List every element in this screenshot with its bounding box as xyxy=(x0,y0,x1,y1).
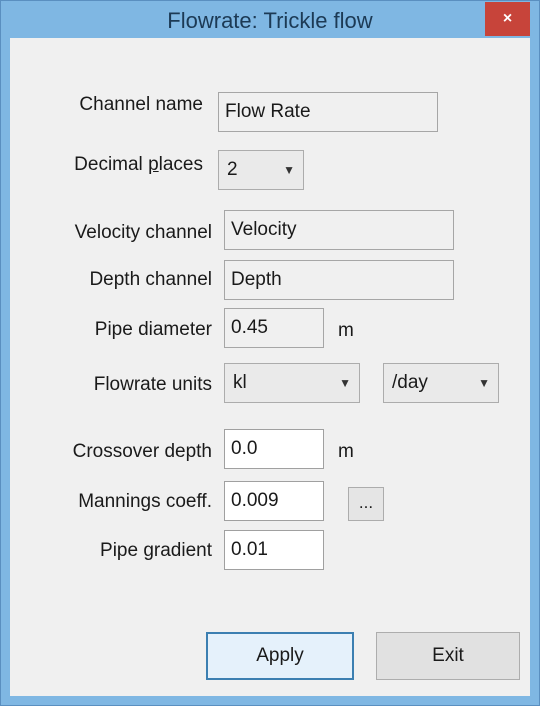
close-button[interactable]: × xyxy=(485,2,530,36)
channel-name-field[interactable]: Flow Rate xyxy=(218,92,438,132)
flowrate-time-select[interactable]: /day ▼ xyxy=(383,363,499,403)
channel-name-label: Channel name xyxy=(79,94,203,115)
close-icon: × xyxy=(502,10,513,27)
decimal-places-label: Decimal places xyxy=(74,154,203,175)
crossover-depth-label: Crossover depth xyxy=(72,441,212,462)
velocity-channel-label: Velocity channel xyxy=(74,222,212,243)
pipe-gradient-field[interactable]: 0.01 xyxy=(224,530,324,570)
crossover-depth-unit: m xyxy=(338,441,354,462)
flowrate-time-value: /day xyxy=(392,372,428,393)
exit-button[interactable]: Exit xyxy=(376,632,520,680)
velocity-channel-field[interactable]: Velocity xyxy=(224,210,454,250)
pipe-diameter-unit: m xyxy=(338,320,354,341)
decimal-places-value: 2 xyxy=(227,159,238,180)
chevron-down-icon: ▼ xyxy=(339,376,351,390)
depth-channel-field[interactable]: Depth xyxy=(224,260,454,300)
flowrate-volume-select[interactable]: kl ▼ xyxy=(224,363,360,403)
depth-channel-label: Depth channel xyxy=(89,269,212,290)
pipe-diameter-label: Pipe diameter xyxy=(94,319,212,340)
pipe-gradient-label: Pipe gradient xyxy=(100,540,212,561)
mannings-coeff-field[interactable]: 0.009 xyxy=(224,481,324,521)
crossover-depth-field[interactable]: 0.0 xyxy=(224,429,324,469)
flowrate-volume-value: kl xyxy=(233,372,247,393)
window-title: Flowrate: Trickle flow xyxy=(167,8,373,33)
mannings-browse-button[interactable]: ... xyxy=(348,487,384,521)
dialog-body: Channel name Flow Rate Decimal places 2 … xyxy=(10,38,530,696)
chevron-down-icon: ▼ xyxy=(283,163,295,177)
chevron-down-icon: ▼ xyxy=(478,376,490,390)
decimal-places-select[interactable]: 2 ▼ xyxy=(218,150,304,190)
apply-button[interactable]: Apply xyxy=(206,632,354,680)
mannings-coeff-label: Mannings coeff. xyxy=(78,491,212,512)
pipe-diameter-field[interactable]: 0.45 xyxy=(224,308,324,348)
title-bar[interactable]: Flowrate: Trickle flow xyxy=(1,1,539,37)
flowrate-dialog: Flowrate: Trickle flow × Channel name Fl… xyxy=(0,0,540,706)
flowrate-units-label: Flowrate units xyxy=(93,374,212,395)
